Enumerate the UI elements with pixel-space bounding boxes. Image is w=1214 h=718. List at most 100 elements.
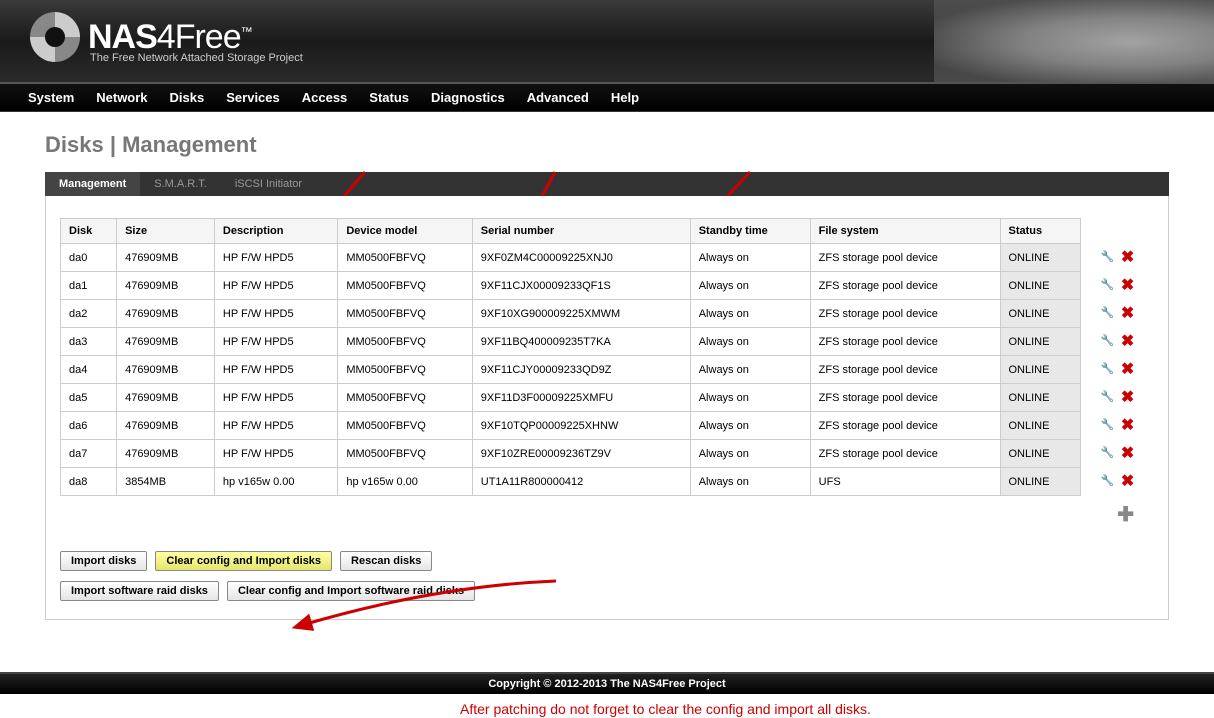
nav-access[interactable]: Access xyxy=(302,90,348,105)
cell-model: MM0500FBFVQ xyxy=(338,356,472,384)
main-nav: System Network Disks Services Access Status Di… xyxy=(0,84,1214,112)
cell-desc: HP F/W HPD5 xyxy=(214,356,337,384)
col-device-model: Device model xyxy=(338,219,472,244)
col-standby-time: Standby time xyxy=(690,219,810,244)
delete-icon[interactable]: ✖ xyxy=(1120,334,1136,350)
cell-desc: HP F/W HPD5 xyxy=(214,328,337,356)
cell-disk: da2 xyxy=(61,300,117,328)
add-icon[interactable]: ✚ xyxy=(1117,504,1134,526)
col-description: Description xyxy=(214,219,337,244)
cell-model: MM0500FBFVQ xyxy=(338,412,472,440)
cell-desc: HP F/W HPD5 xyxy=(214,244,337,272)
table-row: da0476909MBHP F/W HPD5MM0500FBFVQ9XF0ZM4… xyxy=(61,244,1155,272)
logo-icon xyxy=(30,12,80,62)
cell-fs: ZFS storage pool device xyxy=(810,272,1000,300)
cell-status: ONLINE xyxy=(1000,328,1081,356)
footer: Copyright © 2012-2013 The NAS4Free Proje… xyxy=(0,672,1214,694)
cell-serial: 9XF0ZM4C00009225XNJ0 xyxy=(472,244,690,272)
edit-icon[interactable]: 🔧 xyxy=(1100,334,1116,350)
nav-network[interactable]: Network xyxy=(96,90,147,105)
edit-icon[interactable]: 🔧 xyxy=(1100,446,1116,462)
cell-disk: da5 xyxy=(61,384,117,412)
edit-icon[interactable]: 🔧 xyxy=(1100,250,1116,266)
table-row: da6476909MBHP F/W HPD5MM0500FBFVQ9XF10TQ… xyxy=(61,412,1155,440)
col-file-system: File system xyxy=(810,219,1000,244)
nav-status[interactable]: Status xyxy=(369,90,409,105)
cell-model: MM0500FBFVQ xyxy=(338,300,472,328)
delete-icon[interactable]: ✖ xyxy=(1120,474,1136,490)
cell-standby: Always on xyxy=(690,328,810,356)
edit-icon[interactable]: 🔧 xyxy=(1100,362,1116,378)
cell-standby: Always on xyxy=(690,272,810,300)
cell-fs: UFS xyxy=(810,468,1000,496)
disks-table: DiskSizeDescriptionDevice modelSerial nu… xyxy=(60,218,1154,533)
cell-status: ONLINE xyxy=(1000,356,1081,384)
cell-fs: ZFS storage pool device xyxy=(810,412,1000,440)
nav-advanced[interactable]: Advanced xyxy=(527,90,589,105)
cell-serial: 9XF11BQ400009235T7KA xyxy=(472,328,690,356)
cell-disk: da7 xyxy=(61,440,117,468)
cell-status: ONLINE xyxy=(1000,300,1081,328)
cell-size: 476909MB xyxy=(117,412,215,440)
col-actions xyxy=(1081,219,1154,244)
logo-bold: NAS xyxy=(88,18,157,56)
cell-disk: da0 xyxy=(61,244,117,272)
cell-status: ONLINE xyxy=(1000,440,1081,468)
nav-disks[interactable]: Disks xyxy=(170,90,205,105)
nav-help[interactable]: Help xyxy=(611,90,639,105)
edit-icon[interactable]: 🔧 xyxy=(1100,390,1116,406)
cell-desc: HP F/W HPD5 xyxy=(214,300,337,328)
nav-diagnostics[interactable]: Diagnostics xyxy=(431,90,505,105)
clear-config-import-button[interactable]: Clear config and Import disks xyxy=(155,551,332,571)
cell-desc: HP F/W HPD5 xyxy=(214,272,337,300)
edit-icon[interactable]: 🔧 xyxy=(1100,306,1116,322)
cell-model: MM0500FBFVQ xyxy=(338,384,472,412)
cell-standby: Always on xyxy=(690,244,810,272)
cell-size: 476909MB xyxy=(117,244,215,272)
tab-management[interactable]: Management xyxy=(45,172,140,196)
import-disks-button[interactable]: Import disks xyxy=(60,551,147,571)
cell-standby: Always on xyxy=(690,300,810,328)
cell-fs: ZFS storage pool device xyxy=(810,244,1000,272)
cell-serial: 9XF11D3F00009225XMFU xyxy=(472,384,690,412)
cell-disk: da1 xyxy=(61,272,117,300)
cell-model: MM0500FBFVQ xyxy=(338,440,472,468)
cell-size: 476909MB xyxy=(117,384,215,412)
table-row: da7476909MBHP F/W HPD5MM0500FBFVQ9XF10ZR… xyxy=(61,440,1155,468)
edit-icon[interactable]: 🔧 xyxy=(1100,278,1116,294)
nav-system[interactable]: System xyxy=(28,90,74,105)
edit-icon[interactable]: 🔧 xyxy=(1100,418,1116,434)
arrow-icon xyxy=(286,576,566,636)
delete-icon[interactable]: ✖ xyxy=(1120,418,1136,434)
tab-s-m-a-r-t-[interactable]: S.M.A.R.T. xyxy=(140,172,221,196)
cell-disk: da4 xyxy=(61,356,117,384)
cell-desc: HP F/W HPD5 xyxy=(214,384,337,412)
tab-bar: ManagementS.M.A.R.T.iSCSI Initiator xyxy=(45,172,1169,196)
cell-model: MM0500FBFVQ xyxy=(338,244,472,272)
cell-standby: Always on xyxy=(690,384,810,412)
rescan-disks-button[interactable]: Rescan disks xyxy=(340,551,432,571)
delete-icon[interactable]: ✖ xyxy=(1120,390,1136,406)
col-serial-number: Serial number xyxy=(472,219,690,244)
delete-icon[interactable]: ✖ xyxy=(1120,306,1136,322)
delete-icon[interactable]: ✖ xyxy=(1120,446,1136,462)
cell-model: MM0500FBFVQ xyxy=(338,272,472,300)
col-disk: Disk xyxy=(61,219,117,244)
logo-tm: ™ xyxy=(241,24,252,38)
panel: DiskSizeDescriptionDevice modelSerial nu… xyxy=(45,196,1169,620)
cell-size: 476909MB xyxy=(117,272,215,300)
delete-icon[interactable]: ✖ xyxy=(1120,278,1136,294)
cell-status: ONLINE xyxy=(1000,272,1081,300)
delete-icon[interactable]: ✖ xyxy=(1120,250,1136,266)
edit-icon[interactable]: 🔧 xyxy=(1100,474,1116,490)
cell-size: 3854MB xyxy=(117,468,215,496)
import-raid-button[interactable]: Import software raid disks xyxy=(60,581,219,601)
cell-fs: ZFS storage pool device xyxy=(810,356,1000,384)
cell-serial: 9XF10XG900009225XMWM xyxy=(472,300,690,328)
delete-icon[interactable]: ✖ xyxy=(1120,362,1136,378)
cell-serial: UT1A11R800000412 xyxy=(472,468,690,496)
cell-status: ONLINE xyxy=(1000,244,1081,272)
cell-serial: 9XF10ZRE00009236TZ9V xyxy=(472,440,690,468)
nav-services[interactable]: Services xyxy=(226,90,280,105)
cell-size: 476909MB xyxy=(117,440,215,468)
